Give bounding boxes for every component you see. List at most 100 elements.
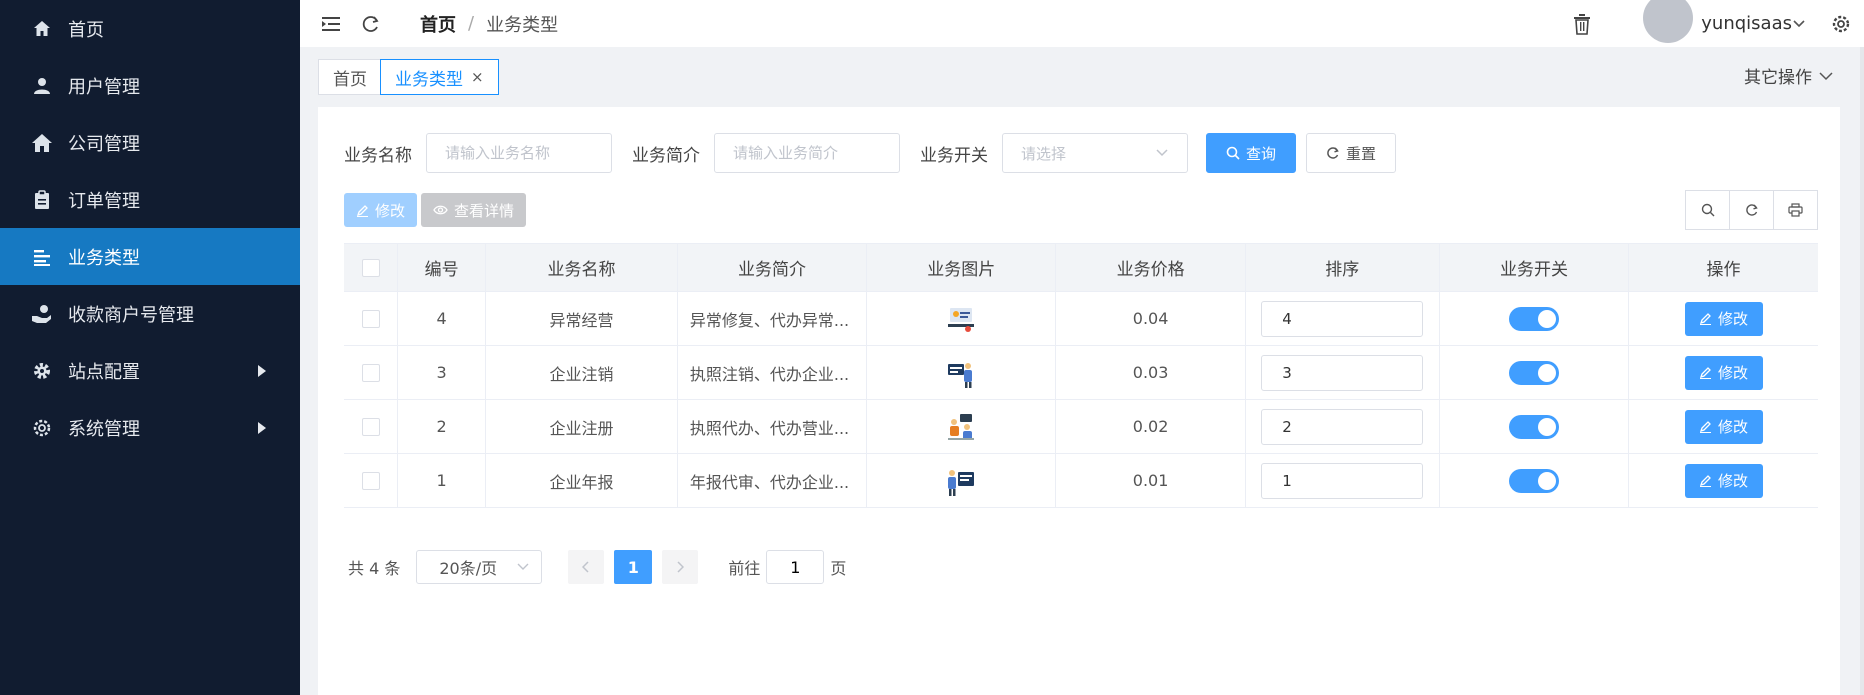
view-detail-button[interactable]: 查看详情	[421, 193, 527, 227]
sort-input[interactable]	[1261, 408, 1424, 445]
cell-intro: 年报代审、代办企业...	[677, 453, 868, 508]
edit-icon	[1700, 475, 1712, 487]
breadcrumb: 首页 / 业务类型	[420, 11, 558, 37]
query-button[interactable]: 查询	[1206, 133, 1296, 173]
goto-page-input[interactable]	[766, 550, 825, 584]
breadcrumb-separator: /	[468, 13, 475, 34]
row-checkbox[interactable]	[361, 472, 380, 491]
chevron-down-icon	[517, 563, 529, 570]
tag-business-types[interactable]: 业务类型 ×	[380, 59, 499, 95]
switch-knob	[1537, 417, 1556, 436]
sidebar-item-companies[interactable]: 公司管理	[0, 114, 300, 171]
page-number-current[interactable]: 1	[614, 550, 653, 584]
sidebar-item-orders[interactable]: 订单管理	[0, 171, 300, 228]
avatar[interactable]	[1643, 0, 1694, 43]
row-edit-label: 修改	[1718, 364, 1749, 382]
sidebar-item-system[interactable]: 系统管理	[0, 399, 300, 456]
breadcrumb-home[interactable]: 首页	[420, 11, 456, 37]
tag-home[interactable]: 首页	[318, 59, 382, 95]
row-checkbox[interactable]	[361, 364, 380, 383]
intro-filter-input[interactable]	[714, 133, 900, 173]
search-icon	[1701, 203, 1714, 217]
other-operations-dropdown[interactable]: 其它操作	[1744, 63, 1834, 88]
trash-icon[interactable]	[1569, 11, 1595, 37]
row-select-cell	[344, 453, 399, 508]
cell-price: 0.02	[1055, 399, 1246, 454]
gear-icon	[30, 359, 54, 383]
scrollbar-track[interactable]	[1860, 47, 1864, 695]
business-thumbnail[interactable]	[942, 410, 980, 444]
sidebar-item-label: 公司管理	[68, 133, 140, 155]
reset-button[interactable]: 重置	[1306, 133, 1396, 173]
batch-edit-button[interactable]: 修改	[344, 193, 418, 227]
sort-input[interactable]	[1261, 300, 1424, 337]
row-edit-button[interactable]: 修改	[1684, 301, 1763, 336]
reset-button-label: 重置	[1345, 144, 1376, 163]
clipboard-icon	[30, 188, 54, 212]
cell-intro: 执照代办、代办营业...	[677, 399, 868, 454]
business-thumbnail[interactable]	[942, 356, 980, 390]
user-menu[interactable]: yunqisaas	[1701, 13, 1806, 34]
table-header-row: 编号 业务名称 业务简介 业务图片 业务价格 排序 业务开关 操作	[344, 243, 1818, 292]
refresh-table-button[interactable]	[1729, 190, 1774, 230]
business-thumbnail[interactable]	[942, 464, 980, 498]
cell-id: 1	[397, 453, 487, 508]
row-checkbox[interactable]	[361, 418, 380, 437]
row-edit-button[interactable]: 修改	[1684, 463, 1763, 498]
settings-icon[interactable]	[1828, 11, 1854, 37]
enable-switch[interactable]	[1508, 414, 1559, 439]
sidebar-item-business-types[interactable]: 业务类型	[0, 228, 300, 285]
cog-outline-icon	[30, 416, 54, 440]
header-right: yunqisaas	[1569, 0, 1864, 47]
search-icon	[1226, 146, 1240, 160]
cell-sort	[1245, 345, 1440, 400]
header-price: 业务价格	[1055, 243, 1246, 292]
row-edit-label: 修改	[1718, 310, 1749, 328]
business-thumbnail[interactable]	[942, 302, 980, 336]
sidebar-item-label: 用户管理	[68, 76, 140, 98]
cell-action: 修改	[1628, 399, 1818, 454]
cell-id: 3	[397, 345, 487, 400]
row-edit-button[interactable]: 修改	[1684, 355, 1763, 390]
enable-switch[interactable]	[1508, 468, 1559, 493]
top-header: 首页 / 业务类型 yunqisaas	[300, 0, 1864, 47]
header-name: 业务名称	[485, 243, 678, 292]
row-checkbox[interactable]	[361, 310, 380, 329]
sidebar-item-merchants[interactable]: 收款商户号管理	[0, 285, 300, 342]
page-suffix: 页	[830, 559, 847, 578]
page-size-select[interactable]: 20条/页	[416, 550, 543, 584]
print-button[interactable]	[1773, 190, 1818, 230]
sort-input[interactable]	[1261, 354, 1424, 391]
header-sort: 排序	[1245, 243, 1440, 292]
toggle-search-button[interactable]	[1685, 190, 1730, 230]
cell-intro: 异常修复、代办异常...	[677, 291, 868, 346]
prev-page-button[interactable]	[568, 550, 605, 584]
refresh-icon[interactable]	[358, 11, 384, 37]
header-id: 编号	[397, 243, 487, 292]
hand-money-icon	[30, 302, 54, 326]
name-filter-input[interactable]	[426, 133, 612, 173]
switch-filter-select[interactable]: 请选择	[1002, 133, 1188, 173]
sort-input[interactable]	[1261, 462, 1424, 499]
print-icon	[1788, 203, 1803, 217]
edit-icon	[1700, 367, 1712, 379]
enable-switch[interactable]	[1508, 306, 1559, 331]
sidebar-item-users[interactable]: 用户管理	[0, 57, 300, 114]
enable-switch[interactable]	[1508, 360, 1559, 385]
sidebar-item-site-config[interactable]: 站点配置	[0, 342, 300, 399]
cell-action: 修改	[1628, 345, 1818, 400]
table-actions: 修改 查看详情	[344, 193, 530, 227]
cell-switch	[1439, 453, 1630, 508]
close-icon[interactable]: ×	[471, 68, 484, 86]
row-edit-button[interactable]: 修改	[1684, 409, 1763, 444]
select-all-checkbox[interactable]	[361, 258, 380, 277]
next-page-button[interactable]	[662, 550, 699, 584]
cell-price: 0.04	[1055, 291, 1246, 346]
refresh-icon	[1327, 147, 1339, 159]
header-image: 业务图片	[866, 243, 1057, 292]
batch-edit-label: 修改	[375, 201, 406, 220]
cell-id: 4	[397, 291, 487, 346]
menu-fold-icon[interactable]	[318, 11, 344, 37]
cell-image	[866, 399, 1057, 454]
sidebar-item-home[interactable]: 首页	[0, 0, 300, 57]
